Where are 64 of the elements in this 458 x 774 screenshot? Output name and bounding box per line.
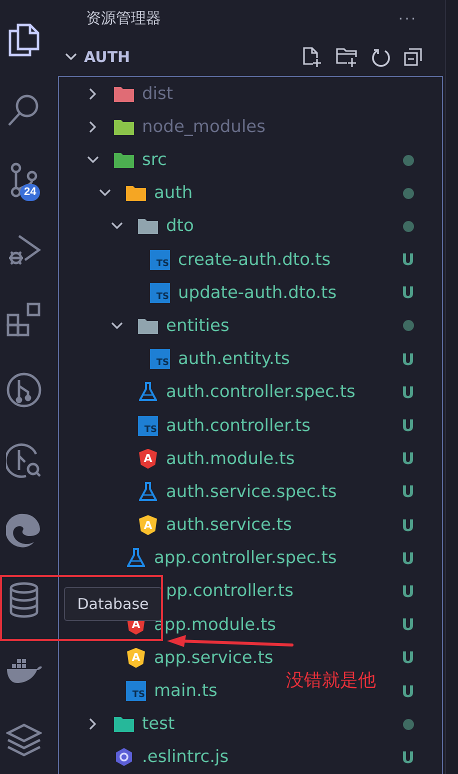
folder-name[interactable]: entities xyxy=(166,316,398,336)
blocks-icon xyxy=(6,302,42,338)
git-status: U xyxy=(402,482,414,502)
git-status: U xyxy=(402,283,414,302)
search-icon xyxy=(7,93,41,127)
git-status: U xyxy=(402,250,414,270)
file-name[interactable]: app.service.ts xyxy=(154,648,398,668)
layers-icon xyxy=(6,723,42,757)
annotation-text: 没错就是他 xyxy=(286,669,376,692)
typescript-icon: TS xyxy=(150,349,170,370)
typescript-icon: TS xyxy=(138,416,158,436)
branch-icon xyxy=(9,162,39,198)
git-status: U xyxy=(402,648,414,668)
typescript-icon: TS xyxy=(150,282,170,303)
folder-name[interactable]: auth xyxy=(154,183,398,204)
shield-icon: A xyxy=(127,648,145,668)
git-status: U xyxy=(402,416,414,436)
file-name[interactable]: create-auth.dto.ts xyxy=(178,250,398,270)
activity-button[interactable]: 24 xyxy=(0,144,48,216)
hexagon-icon xyxy=(114,747,134,768)
flask-icon xyxy=(139,382,157,402)
git-status: U xyxy=(402,548,414,568)
file-name[interactable]: app.controller.spec.ts xyxy=(154,548,398,568)
branch-circle-icon xyxy=(6,372,42,408)
file-name[interactable]: auth.controller.ts xyxy=(166,416,398,436)
files-icon xyxy=(8,23,40,57)
folder-name[interactable]: test xyxy=(142,714,398,734)
folder-name[interactable]: dto xyxy=(166,216,398,236)
flask-icon xyxy=(127,548,145,568)
swirl-icon xyxy=(6,512,42,548)
flask-icon xyxy=(139,482,157,502)
file-name[interactable]: auth.entity.ts xyxy=(178,349,398,370)
new-file-icon[interactable] xyxy=(301,46,323,68)
typescript-icon: TS xyxy=(150,250,170,270)
folder-name[interactable]: src xyxy=(142,150,398,170)
collapse-icon[interactable] xyxy=(403,46,423,67)
git-status: U xyxy=(402,682,414,701)
branch-search-icon xyxy=(6,442,42,478)
git-status: U xyxy=(402,748,414,767)
file-name[interactable]: auth.module.ts xyxy=(166,448,398,469)
section-header[interactable]: AUTH xyxy=(64,48,130,66)
file-name[interactable]: update-auth.dto.ts xyxy=(178,282,398,303)
git-status: U xyxy=(402,516,414,535)
shield-icon: A xyxy=(139,515,157,536)
file-name[interactable]: auth.service.spec.ts xyxy=(166,482,398,502)
shield-icon: A xyxy=(139,448,157,469)
git-status: U xyxy=(402,449,414,468)
git-status: U xyxy=(402,582,414,601)
file-name[interactable]: .eslintrc.js xyxy=(142,747,398,768)
tooltip: Database xyxy=(64,587,162,621)
git-status: U xyxy=(402,350,414,369)
more-button[interactable]: ··· xyxy=(398,10,417,28)
refresh-icon[interactable] xyxy=(371,46,391,67)
git-status: U xyxy=(402,382,414,402)
database-icon xyxy=(9,582,39,618)
play-bug-icon xyxy=(7,233,41,267)
new-folder-icon[interactable] xyxy=(335,46,359,68)
file-name[interactable]: auth.service.ts xyxy=(166,515,398,536)
whale-icon xyxy=(5,656,43,684)
sidebar-title: 资源管理器 xyxy=(86,9,161,28)
typescript-icon: TS xyxy=(126,681,146,702)
count-badge: 24 xyxy=(20,184,40,201)
git-status: U xyxy=(402,615,414,634)
file-name[interactable]: auth.controller.spec.ts xyxy=(166,382,398,402)
